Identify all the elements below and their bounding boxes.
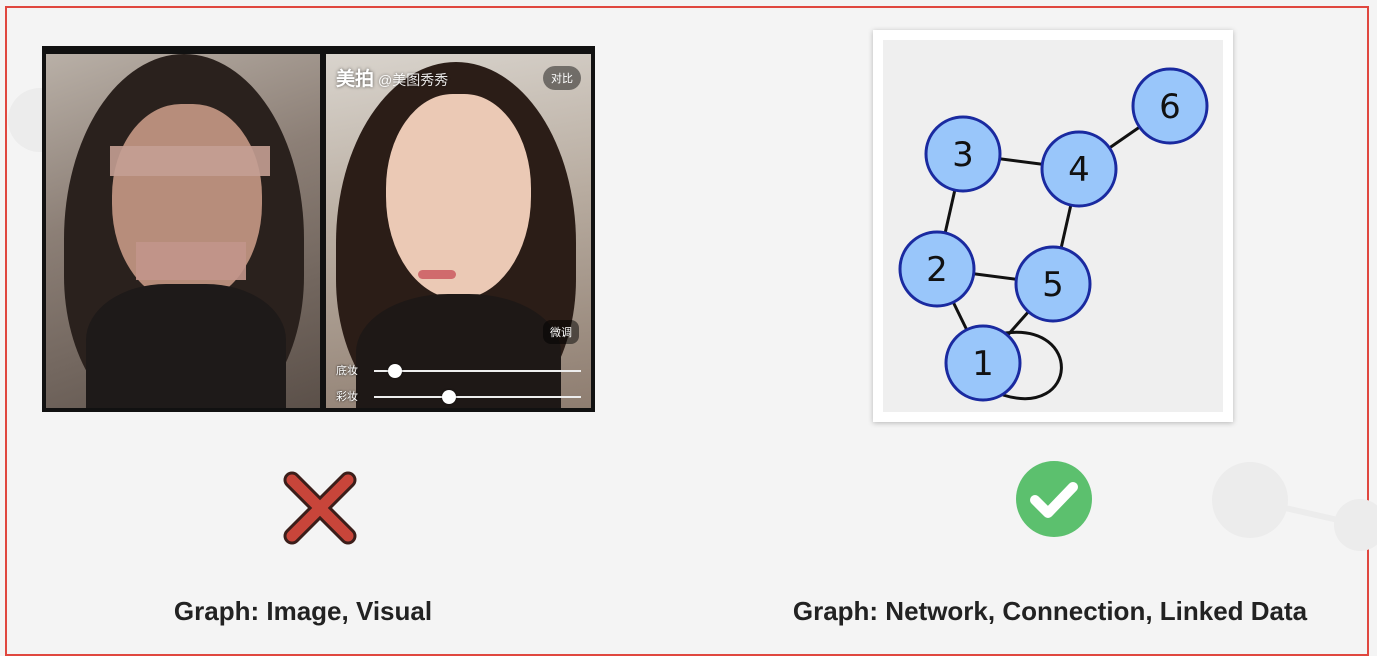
- foundation-slider-track[interactable]: [374, 364, 581, 378]
- graph-node-label-5: 5: [1042, 265, 1064, 305]
- photo-retouched: 美拍 @美图秀秀 对比 微调 底妆 彩妆: [326, 54, 591, 408]
- graph-node-label-2: 2: [926, 250, 948, 290]
- watermark-logo: 美拍 @美图秀秀: [336, 69, 449, 90]
- cross-icon: [282, 470, 358, 551]
- foundation-slider-knob[interactable]: [387, 364, 402, 378]
- graph-node-label-1: 1: [972, 344, 994, 384]
- color-slider-track[interactable]: [374, 390, 581, 404]
- graph-canvas: 1 2 3 4 5 6: [883, 40, 1223, 412]
- graph-node-label-6: 6: [1159, 87, 1181, 127]
- caption-image-visual: Graph: Image, Visual: [173, 596, 433, 626]
- compare-button[interactable]: 对比: [543, 66, 581, 90]
- graph-card: 1 2 3 4 5 6: [873, 30, 1233, 422]
- watermark-tag: @美图秀秀: [378, 72, 449, 88]
- network-graph: 1 2 3 4 5 6: [898, 67, 1209, 402]
- check-icon: [1015, 460, 1093, 543]
- color-slider-label: 彩妆: [336, 391, 358, 403]
- foundation-slider[interactable]: 底妆: [336, 364, 581, 378]
- foundation-slider-label: 底妆: [336, 365, 358, 377]
- photo-comparison: 美拍 @美图秀秀 对比 微调 底妆 彩妆: [42, 46, 595, 412]
- graph-node-label-3: 3: [952, 135, 974, 175]
- caption-network-graph: Graph: Network, Connection, Linked Data: [792, 596, 1308, 626]
- color-slider-knob[interactable]: [441, 390, 456, 404]
- fine-tune-button[interactable]: 微调: [543, 320, 579, 344]
- photo-original: [46, 54, 320, 408]
- graph-node-label-4: 4: [1068, 150, 1090, 190]
- color-slider[interactable]: 彩妆: [336, 390, 581, 404]
